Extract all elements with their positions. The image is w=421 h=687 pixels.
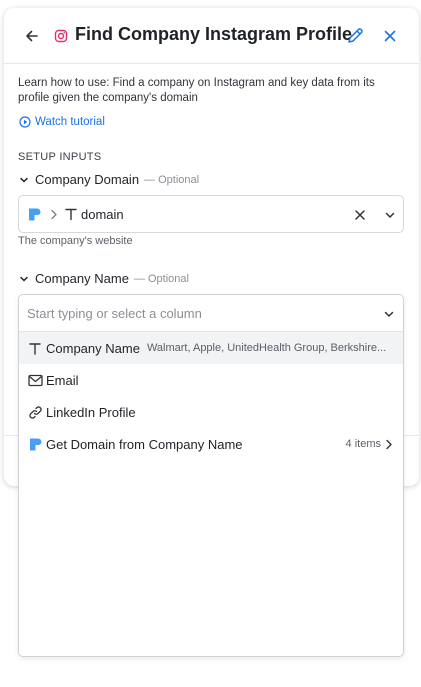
chevron-down-icon[interactable]	[382, 307, 396, 321]
company-domain-label[interactable]: Company Domain — Optional	[18, 172, 199, 187]
option-label: Get Domain from Company Name	[46, 436, 243, 452]
company-name-name: Company Name	[35, 271, 129, 286]
instagram-icon	[54, 29, 68, 43]
chevron-right-icon[interactable]	[385, 439, 393, 450]
setup-inputs-heading: SETUP INPUTS	[18, 151, 102, 163]
arrow-left-icon[interactable]	[22, 26, 42, 46]
option-email[interactable]: Email	[19, 364, 403, 396]
option-label: Company Name	[46, 340, 140, 356]
company-domain-name: Company Domain	[35, 172, 140, 187]
option-label: Email	[46, 372, 79, 388]
option-linkedin-profile[interactable]: LinkedIn Profile	[19, 396, 403, 428]
company-name-label[interactable]: Company Name — Optional	[18, 271, 189, 286]
chevron-down-icon	[20, 276, 28, 281]
option-item-count: 4 items	[345, 438, 381, 450]
company-name-dropdown[interactable]: Company Name Walmart, Apple, UnitedHealt…	[18, 294, 404, 657]
optional-tag: — Optional	[144, 173, 200, 186]
pencil-icon[interactable]	[344, 25, 366, 47]
chevron-right-icon	[51, 209, 57, 220]
clear-icon[interactable]	[353, 208, 367, 222]
mail-icon	[27, 372, 43, 388]
optional-tag: — Optional	[133, 272, 189, 285]
panel-header: Find Company Instagram Profile	[4, 8, 419, 64]
play-circle-icon	[19, 116, 31, 128]
chevron-down-icon[interactable]	[383, 208, 397, 222]
watch-tutorial-label: Watch tutorial	[35, 116, 105, 128]
option-sample-values: Walmart, Apple, UnitedHealth Group, Berk…	[146, 342, 387, 354]
option-get-domain[interactable]: Get Domain from Company Name 4 items	[19, 428, 403, 460]
company-domain-help: The company's website	[18, 235, 133, 247]
learn-how-text: Learn how to use: Find a company on Inst…	[18, 77, 375, 104]
option-company-name[interactable]: Company Name Walmart, Apple, UnitedHealt…	[19, 332, 403, 364]
close-icon[interactable]	[380, 26, 400, 46]
clay-logo-icon	[27, 436, 43, 452]
company-domain-input[interactable]: domain	[18, 195, 404, 233]
clay-logo-icon	[29, 208, 41, 221]
chevron-down-icon	[20, 177, 28, 182]
link-icon	[27, 404, 43, 420]
watch-tutorial-link[interactable]: Watch tutorial	[19, 116, 105, 128]
option-label: LinkedIn Profile	[46, 404, 136, 420]
text-type-icon	[65, 208, 77, 221]
company-name-search	[19, 295, 403, 332]
company-name-input[interactable]	[19, 295, 359, 331]
text-type-icon	[27, 340, 43, 356]
page-title: Find Company Instagram Profile	[75, 24, 353, 44]
company-domain-value: domain	[81, 207, 124, 222]
